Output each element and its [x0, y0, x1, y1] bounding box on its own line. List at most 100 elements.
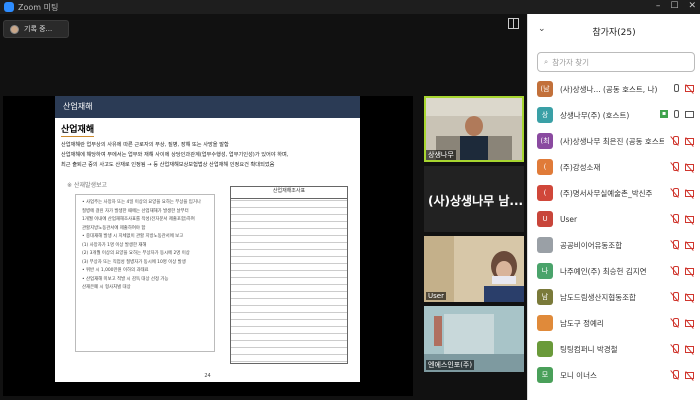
avatar: (남	[537, 81, 553, 97]
cam-off-icon	[685, 137, 694, 145]
cam-off-icon	[685, 163, 694, 171]
participant-search[interactable]: ⌕ 참가자 찾기	[537, 52, 695, 72]
participant-row[interactable]: ((주)명서사무실예술촌_박신주	[528, 180, 700, 206]
recording-icon	[10, 24, 19, 34]
box-line: 질병에 걸린 자가 발생한 때에는 산업재해가 발생한 날부터	[82, 208, 189, 214]
cam-off-icon	[685, 319, 694, 327]
mic-off-icon	[671, 266, 679, 276]
tile-name: 엔에스인포(주)	[426, 360, 475, 370]
slide-line: 산업재해에 해당하여 부에서는 업무와 재해 사이에 상당인과관계(업무수행성,…	[61, 152, 289, 158]
mic-off-icon	[671, 318, 679, 328]
cam-off-icon	[685, 345, 694, 353]
view-layout-icon[interactable]	[508, 18, 519, 29]
slide-form-image: 산업재해조사표	[230, 186, 348, 364]
box-line: • 위반 시 1,000만원 이하의 과태료	[82, 268, 149, 273]
participant-row[interactable]: 공공비이어유동조합	[528, 232, 700, 258]
presentation-slide: 산업재해 산업재해 산업재해란 업무상의 사유에 따른 근로자의 부상, 질병,…	[55, 96, 360, 382]
mic-off-icon	[671, 240, 679, 250]
zoom-logo-icon	[4, 2, 14, 12]
participant-status-icons	[671, 318, 694, 328]
cc-icon: ▪	[660, 110, 668, 118]
avatar: 상	[537, 107, 553, 123]
participant-row[interactable]: 남도구 정예리	[528, 310, 700, 336]
participant-status-icons	[671, 214, 694, 224]
screen-share: 산업재해 산업재해 산업재해란 업무상의 사유에 따른 근로자의 부상, 질병,…	[3, 96, 413, 396]
participant-row[interactable]: U User	[528, 206, 700, 232]
participant-row[interactable]: 상 상생나무(주) (호스트) ▪	[528, 102, 700, 128]
participant-row[interactable]: 남 남도드림생산지협동조합	[528, 284, 700, 310]
box-line: (1) 사망자가 1명 이상 발생한 재해	[82, 242, 147, 248]
mic-on-icon	[674, 110, 679, 118]
slide-subtitle: 산업재해	[61, 122, 95, 137]
participant-row[interactable]: 나 나주예인(주) 최승헌 김지연	[528, 258, 700, 284]
participant-status-icons	[674, 84, 694, 92]
recording-badge[interactable]: 기록 중...	[3, 20, 69, 38]
participants-header: ⌄ 참가자(25)	[528, 14, 700, 48]
box-line: 1개월 이내에 산업재해조사표를 작성(전자문서 제출포함)하여	[82, 217, 195, 222]
slide-page-number: 24	[204, 373, 211, 379]
slide-line: 최근 출퇴근 중의 사고도 산재로 인정됨 → 등 산업재해보상보험법상 산업재…	[61, 162, 275, 168]
mic-off-icon	[671, 292, 679, 302]
avatar	[537, 341, 553, 357]
video-tile[interactable]: 엔에스인포(주)	[424, 306, 524, 372]
participant-row[interactable]: ((주)강성소재	[528, 154, 700, 180]
participant-status-icons	[671, 136, 694, 146]
mic-on-icon	[674, 84, 679, 92]
slide-intro: 산업재해란 업무상의 사유에 따른 근로자의 부상, 질병, 장해 또는 사망을…	[61, 140, 353, 170]
participant-row[interactable]: (최 (사)상생나무 최은진 (공동 호스트)	[528, 128, 700, 154]
box-line: (2) 3개월 이상의 요양을 요하는 부상자가 동시에 2명 이상	[82, 251, 190, 256]
slide-line: 산업재해란 업무상의 사유에 따른 근로자의 부상, 질병, 장해 또는 사망을…	[61, 142, 229, 148]
mic-off-icon	[671, 162, 679, 172]
cam-off-icon	[685, 215, 694, 223]
meeting-stage: 기록 중... 산업재해 산업재해 산업재해란 업무상의 사유에 따른 근로자의…	[0, 14, 527, 400]
avatar: 남	[537, 289, 553, 305]
participant-name: (사)상생나무 최은진 (공동 호스트)	[560, 136, 664, 146]
mic-off-icon	[671, 214, 679, 224]
title-bar: Zoom 미팅 – ☐ ✕	[0, 0, 700, 14]
cam-on-icon	[685, 110, 694, 118]
avatar: 나	[537, 263, 553, 279]
window-controls: – ☐ ✕	[656, 1, 696, 11]
avatar	[537, 237, 553, 253]
participant-status-icons	[671, 240, 694, 250]
participant-name: 모니 이너스	[560, 370, 597, 380]
participant-row[interactable]: 모 모니 이너스	[528, 362, 700, 388]
avatar: (최	[537, 133, 553, 149]
participant-status-icons	[671, 188, 694, 198]
video-tile-active-speaker[interactable]: 상생나무	[424, 96, 524, 162]
participant-name: 남도드림생산지협동조합	[560, 292, 636, 302]
maximize-icon[interactable]: ☐	[670, 1, 678, 11]
participant-name: (주)강성소재	[560, 162, 601, 172]
search-placeholder: 참가자 찾기	[552, 57, 590, 67]
participant-status-icons	[671, 292, 694, 302]
cam-off-icon	[685, 267, 694, 275]
slide-text-box: • 사업주는 사망자 또는 4일 이상의 요양을 요하는 부상을 입거나 질병에…	[75, 194, 215, 352]
video-tile[interactable]: (사)상생나무 남...	[424, 166, 524, 232]
mic-off-icon	[671, 136, 679, 146]
participant-name: 나주예인(주) 최승헌 김지연	[560, 266, 647, 276]
minimize-icon[interactable]: –	[656, 1, 661, 11]
cam-off-icon	[685, 371, 694, 379]
box-line: • 중대재해 발생 시 지체없이 관할 지방노동관서에 보고	[82, 234, 184, 239]
close-icon[interactable]: ✕	[688, 1, 696, 11]
search-icon: ⌕	[544, 57, 549, 66]
participant-name: User	[560, 214, 578, 224]
participant-name: 상생나무(주) (호스트)	[560, 110, 630, 120]
box-line: (3) 부상자 또는 직업성 질병자가 동시에 10명 이상 발생	[82, 259, 186, 265]
participant-row[interactable]: (남 (사)상생나... (공동 호스트, 나)	[528, 76, 700, 102]
avatar: (	[537, 185, 553, 201]
mic-off-icon	[671, 188, 679, 198]
cam-off-icon	[685, 293, 694, 301]
cam-off-icon	[685, 189, 694, 197]
avatar: U	[537, 211, 553, 227]
participant-row[interactable]: 팅팅컴퍼니 박경철	[528, 336, 700, 362]
slide-section-title: ※ 산재발생보고	[67, 182, 108, 189]
chevron-down-icon[interactable]: ⌄	[538, 24, 546, 34]
video-tile[interactable]: User	[424, 236, 524, 302]
avatar: 모	[537, 367, 553, 383]
cam-off-icon	[685, 84, 694, 92]
tile-name: 상생나무	[426, 150, 456, 160]
participant-status-icons	[671, 370, 694, 380]
participant-name: 남도구 정예리	[560, 318, 604, 328]
participants-panel: ⌄ 참가자(25) ⌕ 참가자 찾기 (남 (사)상생나... (공동 호스트, …	[527, 14, 700, 400]
